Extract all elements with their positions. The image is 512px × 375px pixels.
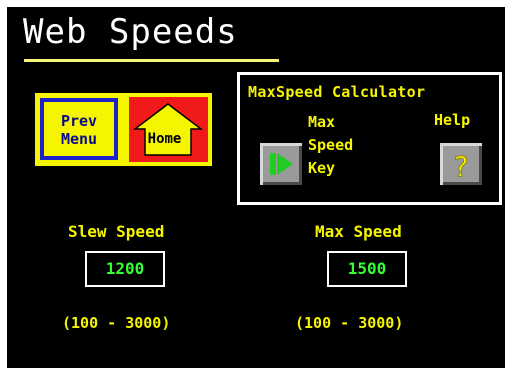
prev-menu-line2: Menu	[60, 130, 98, 148]
prev-menu-label: Prev Menu	[44, 112, 114, 148]
home-button-face: Home	[129, 97, 208, 162]
prev-menu-line1: Prev	[60, 112, 98, 130]
home-button[interactable]: Home	[125, 93, 212, 166]
key-label-line3: Key	[308, 159, 336, 177]
key-label-line2: Speed	[308, 136, 354, 154]
max-speed-key-button[interactable]	[260, 143, 302, 185]
home-label: Home	[147, 131, 182, 147]
prev-menu-frame: Prev Menu	[40, 98, 118, 160]
max-speed-label: Max Speed	[315, 222, 402, 241]
max-speed-field[interactable]: 1500	[327, 251, 407, 287]
calculator-title: MaxSpeed Calculator	[248, 83, 426, 101]
slew-speed-field[interactable]: 1200	[85, 251, 165, 287]
help-glyph: ?	[454, 150, 469, 183]
help-button[interactable]: ?	[440, 143, 482, 185]
screen: Web Speeds Prev Menu Home MaxSpeed Calcu…	[7, 7, 505, 368]
question-mark-icon: ?	[453, 150, 469, 184]
prev-menu-button[interactable]: Prev Menu	[35, 93, 125, 166]
help-label: Help	[434, 111, 471, 129]
page-title: Web Speeds	[23, 12, 238, 52]
house-icon	[133, 103, 204, 156]
slew-speed-label: Slew Speed	[68, 222, 165, 241]
title-underline	[24, 59, 279, 62]
maxspeed-calculator-panel: MaxSpeed Calculator Max Speed Key Help ?	[237, 72, 502, 205]
max-speed-key-label: Max Speed Key	[308, 111, 378, 180]
slew-speed-range: (100 - 3000)	[62, 314, 171, 332]
max-speed-range: (100 - 3000)	[295, 314, 404, 332]
key-label-line1: Max	[308, 113, 336, 131]
play-arrow-icon	[270, 153, 293, 175]
